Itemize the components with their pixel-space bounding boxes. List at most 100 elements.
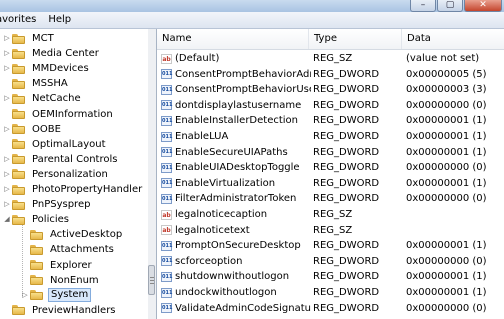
value-name-cell: 011 scforceoption	[161, 254, 311, 269]
value-row[interactable]: 011 FilterAdministratorToken REG_DWORD 0x00…	[157, 191, 504, 206]
value-name-cell: ab legalnoticecaption	[161, 207, 311, 222]
value-row[interactable]: 011 ConsentPromptBehaviorUser REG_DWORD 0x0…	[157, 82, 504, 97]
value-type: REG_DWORD	[313, 240, 380, 252]
title-bar: – ▢ ✕	[0, 0, 504, 12]
list-header: Name Type Data	[157, 29, 504, 50]
value-row[interactable]: 011 EnableLUA REG_DWORD 0x00000001 (1)	[157, 129, 504, 144]
binary-value-icon: 011	[161, 193, 173, 204]
folder-icon	[12, 214, 26, 225]
value-name: EnableInstallerDetection	[175, 115, 299, 127]
binary-value-icon: 011	[161, 303, 173, 314]
folder-icon	[12, 154, 26, 165]
value-name: EnableSecureUIAPaths	[175, 146, 288, 158]
binary-value-icon: 011	[161, 287, 173, 298]
tree-item-label: MCT	[32, 33, 54, 44]
tree-item-label: OptimalLayout	[32, 138, 106, 150]
expand-arrow-icon[interactable]: ◢	[2, 212, 12, 227]
tree-item[interactable]: MSSHA	[2, 76, 70, 91]
tree-item[interactable]: ▷ Personalization	[2, 167, 110, 182]
menu-help[interactable]: Help	[42, 12, 77, 28]
expand-arrow-icon[interactable]: ▷	[2, 122, 12, 137]
tree-item[interactable]: Attachments	[20, 242, 116, 257]
value-row[interactable]: ab (Default) REG_SZ (value not set)	[157, 51, 504, 66]
value-row[interactable]: 011 scforceoption REG_DWORD 0x00000000 (0)	[157, 254, 504, 269]
binary-value-icon: 011	[161, 162, 173, 173]
value-data: 0x00000000 (0)	[406, 302, 487, 314]
expand-arrow-icon[interactable]: ▷	[2, 182, 12, 197]
value-name: ConsentPromptBehaviorAdmin	[175, 68, 311, 80]
column-header-name[interactable]: Name	[157, 29, 309, 49]
string-value-icon: ab	[161, 209, 172, 220]
minimize-button[interactable]: –	[410, 0, 436, 12]
value-type: REG_SZ	[313, 53, 353, 64]
column-header-type[interactable]: Type	[309, 29, 402, 49]
binary-value-icon: 011	[161, 147, 173, 158]
value-name: (Default)	[175, 53, 220, 64]
value-type: REG_DWORD	[313, 162, 380, 174]
folder-icon	[30, 260, 44, 270]
value-row[interactable]: 011ValidateAdminCodeSignaturesREG_DWORD0…	[157, 301, 504, 316]
folder-icon	[30, 275, 44, 286]
tree-item[interactable]: ▷ Media Center	[2, 46, 101, 61]
tree-item[interactable]: NonEnum	[20, 273, 101, 288]
tree-item-label: OEMInformation	[32, 108, 113, 120]
value-row[interactable]: 011ConsentPromptBehaviorAdminREG_DWORD 0x…	[157, 67, 504, 82]
binary-value-icon: 011	[161, 69, 173, 80]
binary-value-icon: 011	[161, 178, 173, 189]
tree-item[interactable]: ▷ MMDevices	[2, 61, 91, 76]
tree-item[interactable]: ▷ PnPSysprep	[2, 197, 92, 212]
tree-item[interactable]: ▷ PhotoPropertyHandler	[2, 182, 144, 197]
expand-arrow-icon[interactable]: ▷	[2, 152, 12, 167]
tree-scrollbar[interactable]	[148, 29, 157, 319]
tree-item[interactable]: ◢ Policies	[2, 212, 71, 227]
value-row[interactable]: ab legalnoticetext REG_SZ	[157, 223, 504, 238]
value-row[interactable]: 011 PromptOnSecureDesktop REG_DWORD 0x00000…	[157, 238, 504, 253]
value-name: dontdisplaylastusername	[175, 99, 302, 111]
folder-icon	[12, 305, 26, 316]
tree-item-label: Policies	[32, 214, 69, 226]
value-name-cell: 011 dontdisplaylastusername	[161, 98, 311, 113]
tree-item[interactable]: ▷ NetCache	[2, 91, 83, 106]
maximize-button[interactable]: ▢	[437, 0, 463, 12]
value-row[interactable]: 011 EnableInstallerDetection REG_DWORD 0x00…	[157, 113, 504, 128]
folder-icon	[12, 199, 26, 210]
value-data: 0x00000001 (1)	[406, 271, 487, 283]
menu-favorites[interactable]: avorites	[0, 12, 42, 28]
tree-item[interactable]: ActiveDesktop	[20, 227, 124, 242]
tree-item-label: MMDevices	[32, 63, 89, 75]
value-name-cell: 011 shutdownwithoutlogon	[161, 269, 311, 284]
value-name: ValidateAdminCodeSignatures	[175, 302, 311, 314]
expand-arrow-icon[interactable]: ▷	[2, 61, 12, 76]
column-header-data[interactable]: Data	[402, 29, 504, 49]
tree-item[interactable]: OptimalLayout	[2, 137, 108, 152]
value-row[interactable]: 011 EnableUIADesktopToggle REG_DWORD 0x0000…	[157, 160, 504, 175]
value-row[interactable]: 011 undockwithoutlogon REG_DWORD 0x00000001…	[157, 285, 504, 300]
tree-item[interactable]: Explorer	[20, 258, 94, 273]
tree-item[interactable]: ▷ System	[20, 288, 92, 303]
expand-arrow-icon[interactable]: ▷	[2, 167, 12, 182]
close-button[interactable]: ✕	[464, 0, 502, 12]
value-row[interactable]: 011 EnableVirtualization REG_DWORD 0x000000…	[157, 176, 504, 191]
tree-scrollbar-thumb[interactable]	[148, 265, 155, 295]
tree-item[interactable]: ▷ MCT	[2, 31, 56, 46]
value-name-cell: 011 PromptOnSecureDesktop	[161, 238, 311, 253]
tree-item[interactable]: ▷ Parental Controls	[2, 152, 119, 167]
tree-item-label: System	[48, 288, 92, 303]
expand-arrow-icon[interactable]: ▷	[2, 91, 12, 106]
value-row[interactable]: 011 shutdownwithoutlogon REG_DWORD 0x000000…	[157, 269, 504, 284]
tree-item[interactable]: OEMInformation	[2, 107, 115, 122]
folder-icon	[30, 229, 44, 240]
value-name: legalnoticetext	[175, 224, 250, 236]
value-row[interactable]: ab legalnoticecaption REG_SZ	[157, 207, 504, 222]
value-row[interactable]: 011 dontdisplaylastusername REG_DWORD 0x000…	[157, 98, 504, 113]
tree-item[interactable]: ▷ OOBE	[2, 122, 63, 137]
value-row[interactable]: 011 EnableSecureUIAPaths REG_DWORD 0x000000…	[157, 145, 504, 160]
folder-icon	[12, 93, 26, 104]
expand-arrow-icon[interactable]: ▷	[2, 46, 12, 61]
expand-arrow-icon[interactable]: ▷	[2, 31, 12, 46]
value-type: REG_DWORD	[313, 255, 380, 267]
expand-arrow-icon[interactable]: ▷	[2, 197, 12, 212]
tree-item[interactable]: PreviewHandlers	[2, 303, 118, 318]
expand-arrow-icon[interactable]: ▷	[20, 288, 30, 303]
folder-icon	[12, 63, 26, 74]
